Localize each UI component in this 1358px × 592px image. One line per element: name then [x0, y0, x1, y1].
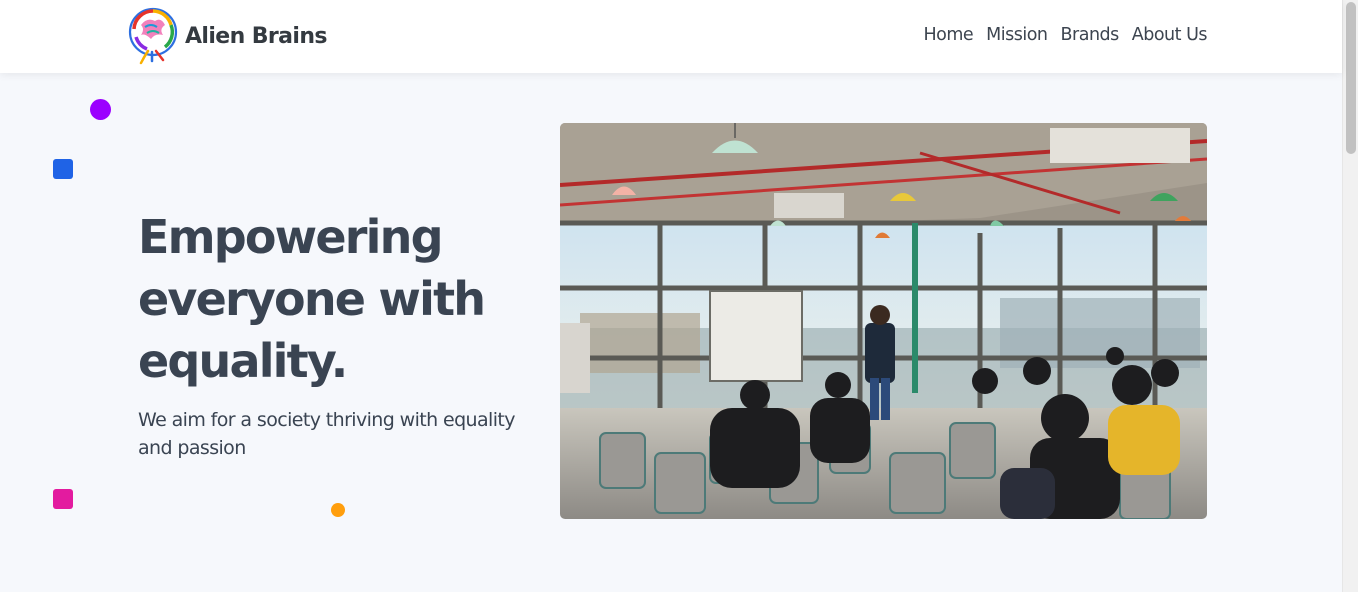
page-scrollbar[interactable] — [1342, 0, 1358, 592]
decorative-blue-square — [53, 159, 73, 179]
hero-subtitle: We aim for a society thriving with equal… — [138, 409, 515, 459]
decorative-purple-dot — [90, 99, 111, 120]
hero-photo — [560, 123, 1207, 519]
hero-title: Empowering everyone with equality. — [138, 210, 486, 388]
brand-name: Alien Brains — [185, 23, 328, 49]
brand-link[interactable]: Alien Brains — [127, 5, 328, 67]
nav-brands[interactable]: Brands — [1061, 25, 1120, 45]
decorative-pink-square — [53, 489, 73, 509]
decorative-orange-dot — [331, 503, 345, 517]
scrollbar-thumb[interactable] — [1346, 2, 1356, 154]
brain-logo-icon — [128, 7, 178, 65]
nav-about-us[interactable]: About Us — [1132, 25, 1208, 45]
nav-mission[interactable]: Mission — [986, 25, 1048, 45]
nav-home[interactable]: Home — [923, 25, 973, 45]
main-nav: Home Mission Brands About Us — [923, 25, 1207, 45]
navbar: Alien Brains Home Mission Brands About U… — [0, 0, 1342, 73]
